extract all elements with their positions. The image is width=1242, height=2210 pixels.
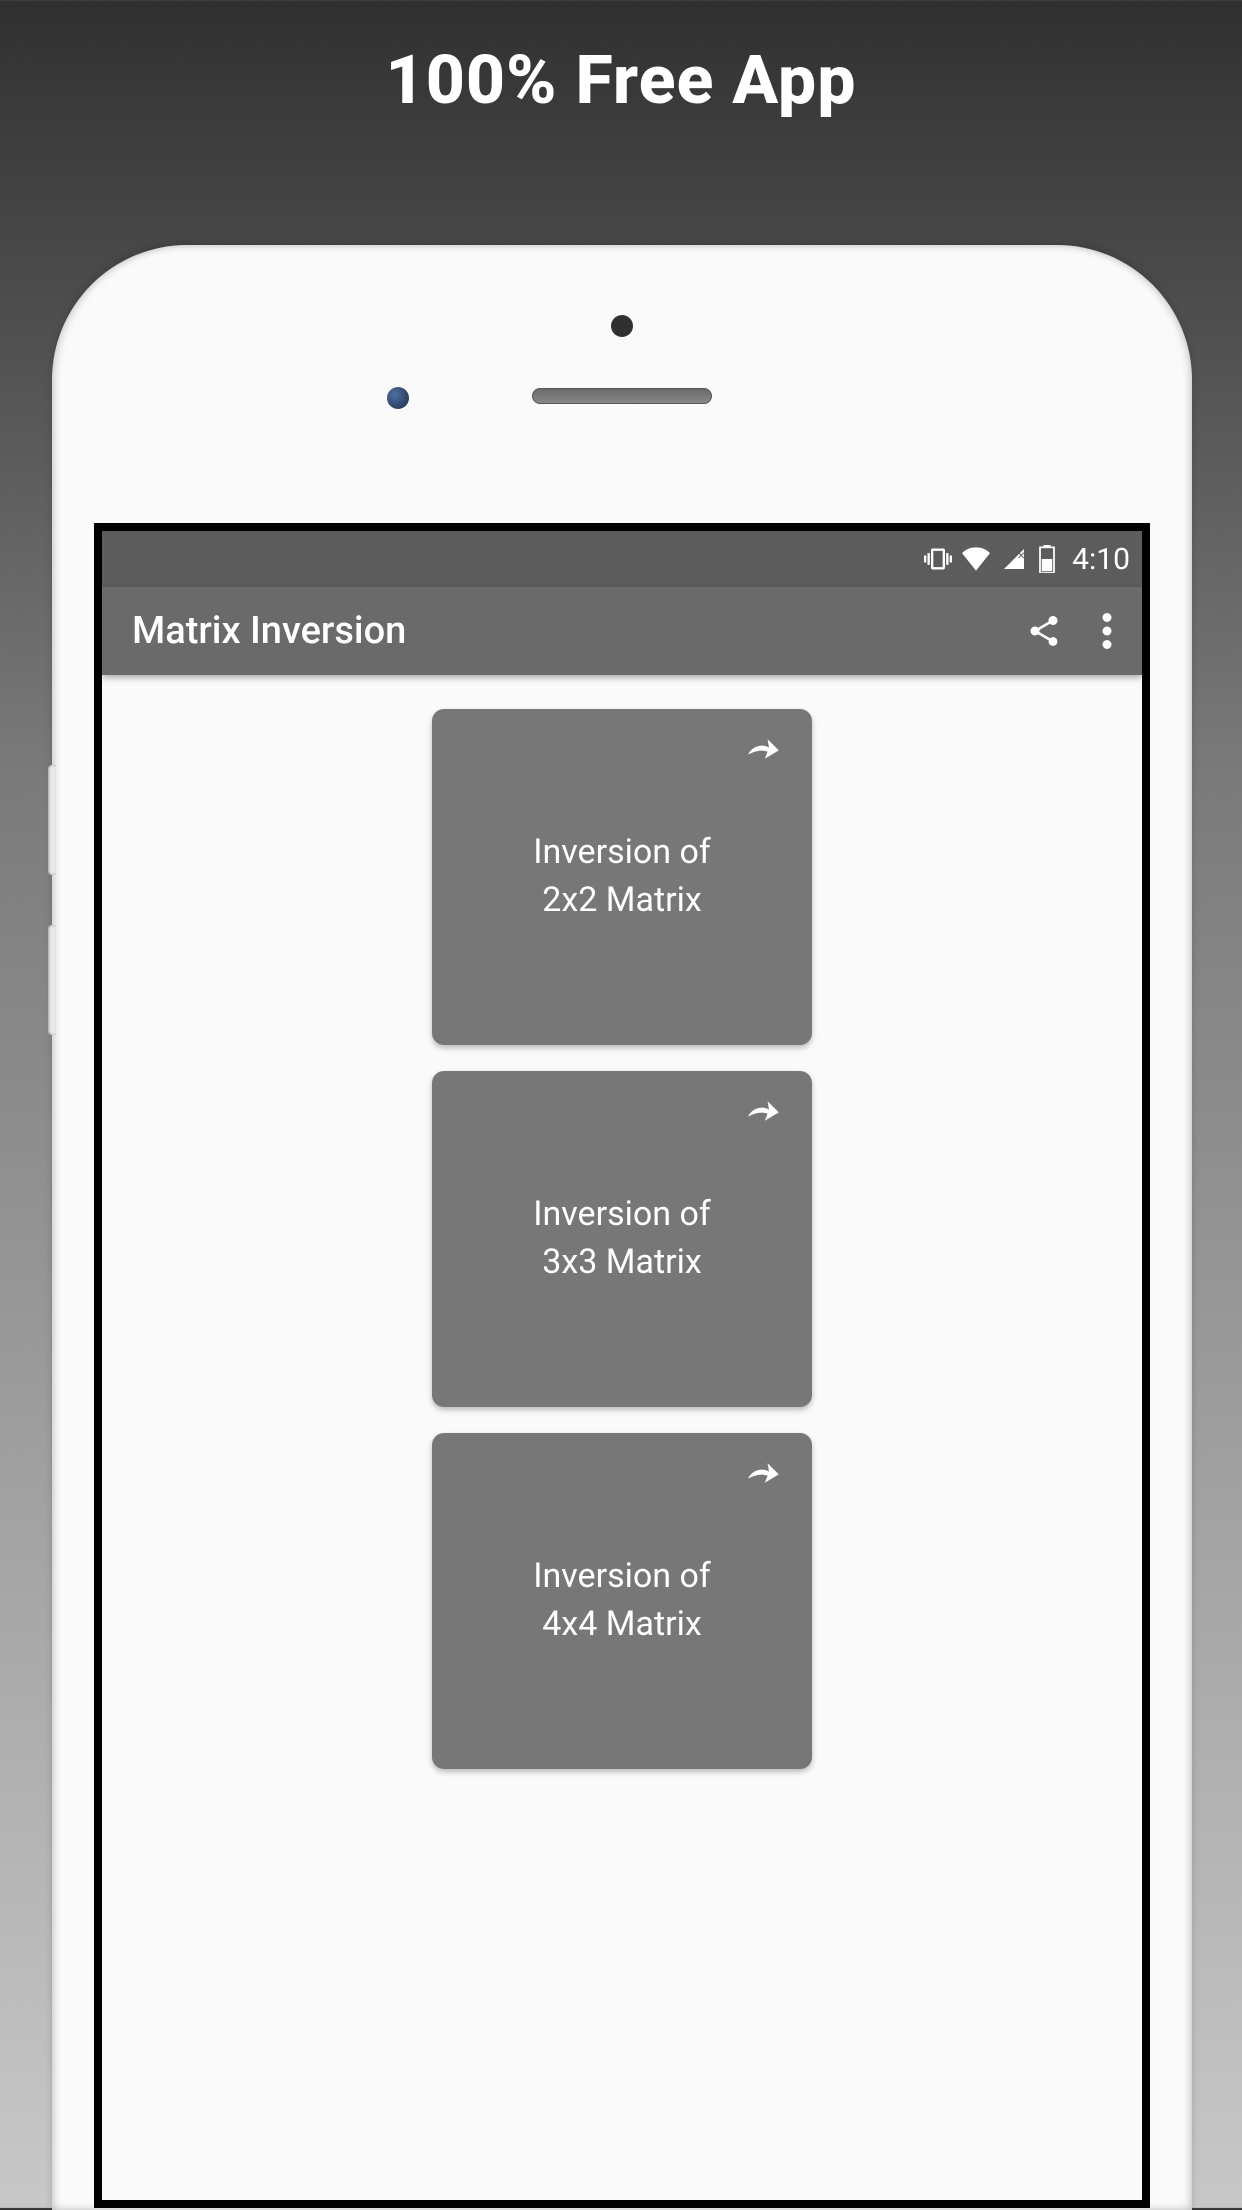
phone-speaker [532, 388, 712, 404]
share-icon[interactable] [1026, 613, 1062, 649]
card-2x2-matrix[interactable]: Inversion of 2x2 Matrix [432, 709, 812, 1045]
more-vert-icon[interactable] [1102, 613, 1112, 649]
forward-arrow-icon [744, 735, 780, 767]
svg-text:✕: ✕ [1017, 551, 1025, 562]
status-time: 4:10 [1072, 542, 1130, 577]
vibrate-icon [924, 545, 952, 573]
promo-title: 100% Free App [0, 0, 1242, 120]
phone-top-sensor [611, 315, 633, 337]
forward-arrow-icon [744, 1097, 780, 1129]
battery-icon [1038, 545, 1056, 573]
phone-camera [387, 387, 409, 409]
content-area: Inversion of 2x2 Matrix Inversion of 3x3… [102, 675, 1142, 2200]
phone-frame: ✕ 4:10 Matrix Inversion [52, 245, 1192, 2210]
card-label: Inversion of 3x3 Matrix [533, 1191, 710, 1286]
card-3x3-matrix[interactable]: Inversion of 3x3 Matrix [432, 1071, 812, 1407]
card-label: Inversion of 2x2 Matrix [533, 829, 710, 924]
app-header: Matrix Inversion [102, 587, 1142, 675]
signal-icon: ✕ [1000, 547, 1028, 571]
wifi-icon [962, 547, 990, 571]
app-title: Matrix Inversion [132, 609, 1026, 653]
screen: ✕ 4:10 Matrix Inversion [94, 523, 1150, 2208]
forward-arrow-icon [744, 1459, 780, 1491]
card-4x4-matrix[interactable]: Inversion of 4x4 Matrix [432, 1433, 812, 1769]
side-buttons [48, 765, 56, 1085]
header-actions [1026, 613, 1112, 649]
status-bar: ✕ 4:10 [102, 531, 1142, 587]
card-label: Inversion of 4x4 Matrix [533, 1553, 710, 1648]
